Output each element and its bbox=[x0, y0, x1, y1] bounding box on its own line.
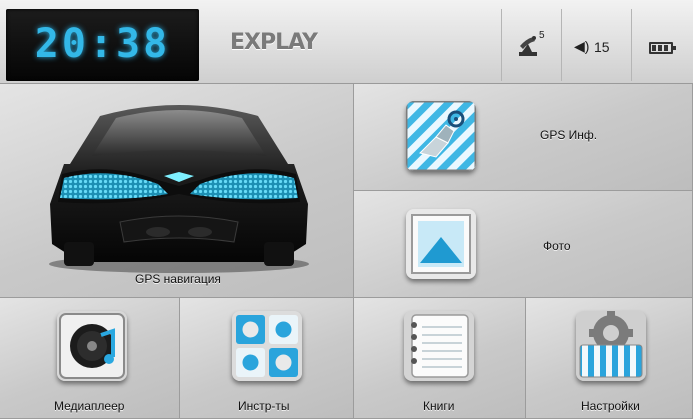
notebook-icon bbox=[404, 311, 474, 381]
volume-status[interactable]: ◀) 15 bbox=[561, 9, 631, 81]
tools-label: Инстр-ты bbox=[238, 399, 290, 413]
battery-icon bbox=[649, 42, 676, 54]
speaker-icon: ◀) bbox=[574, 38, 590, 54]
settings-tile[interactable]: Настройки bbox=[526, 298, 693, 419]
media-player-label: Медиаплеер bbox=[54, 399, 125, 413]
brand-logo: EXPLAY bbox=[230, 30, 318, 55]
photo-label: Фото bbox=[543, 239, 571, 253]
books-tile[interactable]: Книги bbox=[354, 298, 526, 419]
settings-icon bbox=[576, 311, 646, 381]
clock: 20:38 bbox=[34, 21, 171, 67]
clock-panel: 20:38 bbox=[6, 9, 199, 81]
gps-navigation-tile[interactable]: GPS навигация bbox=[0, 84, 354, 298]
gps-info-label: GPS Инф. bbox=[540, 128, 598, 142]
tools-tile[interactable]: Инстр-ты bbox=[180, 298, 354, 419]
satellite-icon bbox=[519, 36, 537, 56]
tools-icon bbox=[232, 311, 302, 381]
status-bar: 20:38 EXPLAY 5 ◀) 15 bbox=[0, 0, 693, 84]
volume-level: 15 bbox=[594, 39, 610, 55]
gps-navigation-label: GPS навигация bbox=[135, 272, 221, 286]
media-player-icon bbox=[57, 311, 127, 381]
photo-tile[interactable]: Фото bbox=[354, 191, 693, 298]
settings-label: Настройки bbox=[581, 399, 640, 413]
satellite-status[interactable]: 5 bbox=[501, 9, 561, 81]
car-icon bbox=[49, 105, 309, 273]
gps-info-icon bbox=[406, 101, 476, 171]
battery-status bbox=[631, 9, 693, 81]
media-player-tile[interactable]: Медиаплеер bbox=[0, 298, 180, 419]
photo-icon bbox=[406, 209, 476, 279]
books-label: Книги bbox=[423, 399, 455, 413]
gps-info-tile[interactable]: GPS Инф. bbox=[354, 84, 693, 191]
satellite-count: 5 bbox=[539, 30, 545, 41]
